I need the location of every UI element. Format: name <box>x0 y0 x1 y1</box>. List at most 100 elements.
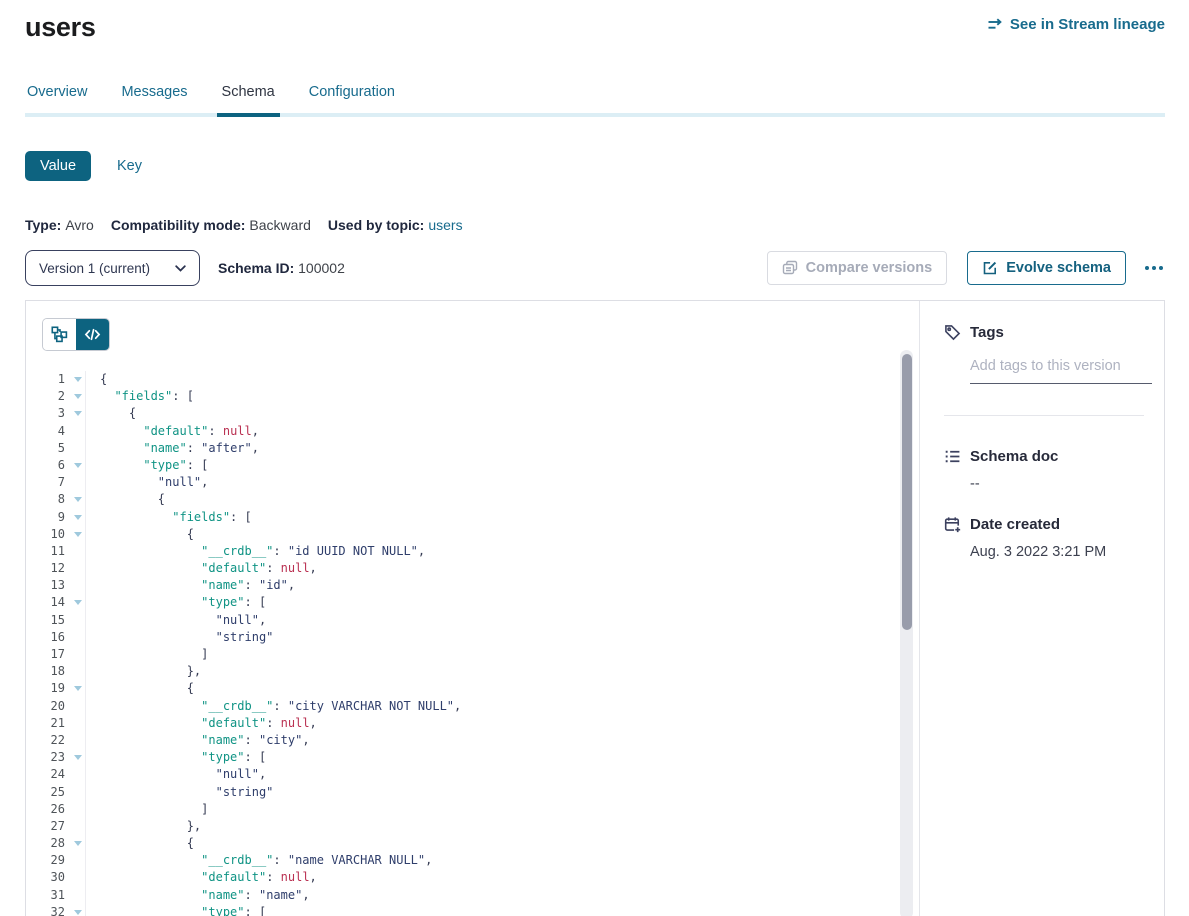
code-line: 32 "type": [ <box>26 904 919 916</box>
compare-versions-button[interactable]: Compare versions <box>767 251 948 285</box>
code-line-text: ] <box>86 801 208 818</box>
code-line-text: "__crdb__": "city VARCHAR NOT NULL", <box>86 698 461 715</box>
tab-rail <box>25 113 1165 117</box>
tab-schema[interactable]: Schema <box>220 84 277 113</box>
line-number: 8 <box>26 491 86 508</box>
stream-lineage-icon <box>987 17 1003 33</box>
tags-input[interactable] <box>970 358 1152 384</box>
tag-icon <box>944 324 961 341</box>
schema-panel: 1{2 "fields": [3 {4 "default": null,5 "n… <box>25 300 1165 916</box>
code-line: 21 "default": null, <box>26 715 919 732</box>
more-options-button[interactable] <box>1143 260 1165 276</box>
code-line: 11 "__crdb__": "id UUID NOT NULL", <box>26 543 919 560</box>
code-line-text: "type": [ <box>86 594 266 611</box>
stream-lineage-link[interactable]: See in Stream lineage <box>987 16 1165 33</box>
fold-toggle-icon[interactable] <box>74 686 82 691</box>
fold-toggle-icon[interactable] <box>74 515 82 520</box>
code-line-text: "__crdb__": "name VARCHAR NULL", <box>86 852 432 869</box>
code-line: 1{ <box>26 371 919 388</box>
code-line: 2 "fields": [ <box>26 388 919 405</box>
code-line-text: "default": null, <box>86 869 317 886</box>
code-line-text: "name": "after", <box>86 440 259 457</box>
code-line: 7 "null", <box>26 474 919 491</box>
line-number: 31 <box>26 887 86 904</box>
line-number: 18 <box>26 663 86 680</box>
code-line: 6 "type": [ <box>26 457 919 474</box>
type-value: Avro <box>65 217 94 233</box>
fold-toggle-icon[interactable] <box>74 841 82 846</box>
page-title: users <box>25 12 96 43</box>
line-number: 24 <box>26 766 86 783</box>
code-line-text: "fields": [ <box>86 388 194 405</box>
code-line-text: }, <box>86 818 201 835</box>
line-number: 17 <box>26 646 86 663</box>
evolve-schema-button[interactable]: Evolve schema <box>967 251 1126 285</box>
schema-id-label: Schema ID: <box>218 260 294 276</box>
code-line: 15 "null", <box>26 612 919 629</box>
line-number: 10 <box>26 526 86 543</box>
code-line: 23 "type": [ <box>26 749 919 766</box>
scrollbar-thumb[interactable] <box>902 354 912 630</box>
code-line-text: "string" <box>86 784 273 801</box>
fold-toggle-icon[interactable] <box>74 532 82 537</box>
code-editor[interactable]: 1{2 "fields": [3 {4 "default": null,5 "n… <box>26 371 919 916</box>
fold-toggle-icon[interactable] <box>74 497 82 502</box>
fold-toggle-icon[interactable] <box>74 394 82 399</box>
line-number: 20 <box>26 698 86 715</box>
tab-overview[interactable]: Overview <box>25 84 89 113</box>
code-line: 19 { <box>26 680 919 697</box>
fold-toggle-icon[interactable] <box>74 463 82 468</box>
code-line-text: "null", <box>86 612 266 629</box>
code-line-text: "string" <box>86 629 273 646</box>
chevron-down-icon <box>175 265 186 272</box>
tree-view-button[interactable] <box>43 319 76 350</box>
version-select-value: Version 1 (current) <box>39 261 150 276</box>
code-line: 10 { <box>26 526 919 543</box>
code-line: 12 "default": null, <box>26 560 919 577</box>
tags-heading: Tags <box>970 324 1004 341</box>
code-line: 5 "name": "after", <box>26 440 919 457</box>
line-number: 13 <box>26 577 86 594</box>
fold-toggle-icon[interactable] <box>74 411 82 416</box>
value-toggle-button[interactable]: Value <box>25 151 91 181</box>
fold-toggle-icon[interactable] <box>74 377 82 382</box>
compare-versions-icon <box>782 260 798 276</box>
line-number: 5 <box>26 440 86 457</box>
date-created-value: Aug. 3 2022 3:21 PM <box>970 544 1144 560</box>
topic-link[interactable]: users <box>428 217 462 233</box>
key-toggle-link[interactable]: Key <box>117 158 142 174</box>
schema-editor: 1{2 "fields": [3 {4 "default": null,5 "n… <box>26 301 919 916</box>
code-view-icon <box>84 326 101 343</box>
fold-toggle-icon[interactable] <box>74 600 82 605</box>
line-number: 12 <box>26 560 86 577</box>
line-number: 15 <box>26 612 86 629</box>
version-toolbar: Version 1 (current) Schema ID: 100002 Co… <box>25 250 1165 286</box>
date-created-heading-row: Date created <box>944 516 1144 533</box>
code-line-text: { <box>86 405 136 422</box>
schema-doc-heading: Schema doc <box>970 448 1058 465</box>
calendar-add-icon <box>944 516 961 533</box>
version-select[interactable]: Version 1 (current) <box>25 250 200 286</box>
code-line: 18 }, <box>26 663 919 680</box>
tab-configuration[interactable]: Configuration <box>307 84 397 113</box>
fold-toggle-icon[interactable] <box>74 755 82 760</box>
tab-messages[interactable]: Messages <box>119 84 189 113</box>
code-line-text: "type": [ <box>86 749 266 766</box>
code-line-text: "type": [ <box>86 457 208 474</box>
compatibility-meta: Compatibility mode:Backward <box>111 217 311 233</box>
tags-heading-row: Tags <box>944 324 1144 341</box>
code-view-button[interactable] <box>76 319 109 350</box>
line-number: 28 <box>26 835 86 852</box>
fold-toggle-icon[interactable] <box>74 910 82 915</box>
code-line: 4 "default": null, <box>26 423 919 440</box>
ellipsis-icon <box>1145 266 1149 270</box>
schema-doc-section: Schema doc -- <box>944 448 1144 492</box>
code-line: 26 ] <box>26 801 919 818</box>
code-line-text: ] <box>86 646 208 663</box>
type-label: Type: <box>25 217 61 233</box>
code-line-text: "name": "id", <box>86 577 295 594</box>
schema-id: Schema ID: 100002 <box>218 260 345 276</box>
editor-scrollbar[interactable] <box>900 350 913 916</box>
tab-bar: Overview Messages Schema Configuration <box>25 84 1165 113</box>
line-number: 7 <box>26 474 86 491</box>
